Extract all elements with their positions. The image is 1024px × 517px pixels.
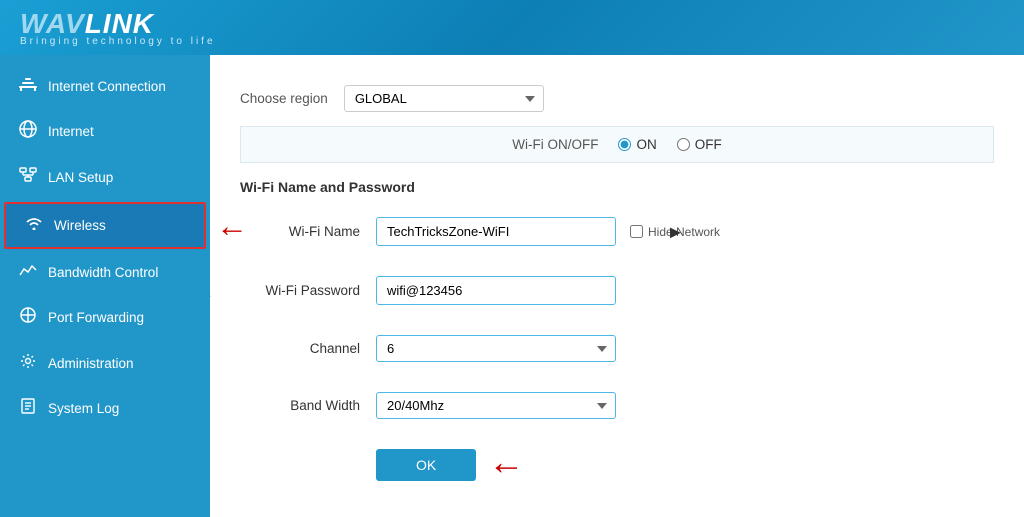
- channel-select[interactable]: 6 1 2 3 4 5 7 11: [376, 335, 616, 362]
- sidebar-item-system-log[interactable]: System Log: [0, 386, 210, 431]
- sidebar-label-internet-connection: Internet Connection: [48, 79, 166, 94]
- bandwidth-icon: [18, 263, 38, 282]
- hide-network-checkbox[interactable]: [630, 225, 643, 238]
- internet-connection-icon: [18, 77, 38, 96]
- sidebar-label-port-forwarding: Port Forwarding: [48, 310, 144, 325]
- logo: WAVLINK Bringing technology to life: [20, 8, 216, 47]
- wireless-icon: [24, 216, 44, 235]
- hide-network-text: Hide Network: [648, 225, 720, 239]
- header: WAVLINK Bringing technology to life: [0, 0, 1024, 55]
- port-forwarding-icon: [18, 306, 38, 329]
- cursor-icon: ▶: [670, 223, 681, 240]
- wifi-radio-group: ON OFF: [618, 137, 721, 152]
- main-layout: Internet Connection Internet LAN Setup W…: [0, 55, 1024, 517]
- wifi-name-row: Wi-Fi Name Hide Network ▶: [240, 209, 994, 254]
- sidebar-label-bandwidth-control: Bandwidth Control: [48, 265, 158, 280]
- sidebar-item-internet[interactable]: Internet: [0, 108, 210, 155]
- sidebar-label-system-log: System Log: [48, 401, 119, 416]
- administration-icon: [18, 353, 38, 374]
- region-row: Choose region GLOBAL US EU ASIA: [240, 75, 994, 122]
- lan-icon: [18, 167, 38, 188]
- wifi-toggle-row: Wi-Fi ON/OFF ON OFF: [240, 126, 994, 163]
- bandwidth-select[interactable]: 20/40Mhz 20Mhz 40Mhz: [376, 392, 616, 419]
- wifi-name-label: Wi-Fi Name: [240, 224, 360, 239]
- channel-label: Channel: [240, 341, 360, 356]
- ok-arrow-icon: ←: [488, 441, 524, 483]
- password-arrow-icon: →: [210, 269, 218, 312]
- sidebar-label-administration: Administration: [48, 356, 134, 371]
- region-select[interactable]: GLOBAL US EU ASIA: [344, 85, 544, 112]
- sidebar: Internet Connection Internet LAN Setup W…: [0, 55, 210, 517]
- wifi-password-input[interactable]: [376, 276, 616, 305]
- content-area: Choose region GLOBAL US EU ASIA Wi-Fi ON…: [210, 55, 1024, 517]
- section-title: Wi-Fi Name and Password: [240, 179, 994, 195]
- sidebar-item-port-forwarding[interactable]: Port Forwarding: [0, 294, 210, 341]
- channel-row: Channel 6 1 2 3 4 5 7 11: [240, 327, 994, 370]
- logo-wav: WAVLINK: [20, 8, 154, 39]
- ok-button[interactable]: OK: [376, 449, 476, 481]
- bandwidth-label: Band Width: [240, 398, 360, 413]
- sidebar-item-wireless[interactable]: Wireless ←: [4, 202, 206, 249]
- sidebar-label-lan-setup: LAN Setup: [48, 170, 113, 185]
- wifi-on-radio[interactable]: [618, 138, 631, 151]
- wifi-name-input[interactable]: [376, 217, 616, 246]
- logo-subtitle: Bringing technology to life: [20, 36, 216, 47]
- wifi-password-row: → Wi-Fi Password: [240, 268, 994, 313]
- wifi-toggle-label: Wi-Fi ON/OFF: [512, 137, 598, 152]
- sidebar-item-lan-setup[interactable]: LAN Setup: [0, 155, 210, 200]
- logo-link-part: LINK: [85, 8, 154, 39]
- internet-icon: [18, 120, 38, 143]
- sidebar-item-administration[interactable]: Administration: [0, 341, 210, 386]
- bandwidth-row: Band Width 20/40Mhz 20Mhz 40Mhz: [240, 384, 994, 427]
- wifi-off-option[interactable]: OFF: [677, 137, 722, 152]
- wifi-on-label: ON: [636, 137, 656, 152]
- wifi-off-label: OFF: [695, 137, 722, 152]
- sidebar-item-internet-connection[interactable]: Internet Connection: [0, 65, 210, 108]
- wifi-password-label: Wi-Fi Password: [240, 283, 360, 298]
- sidebar-item-bandwidth-control[interactable]: Bandwidth Control: [0, 251, 210, 294]
- region-label: Choose region: [240, 91, 328, 106]
- wifi-off-radio[interactable]: [677, 138, 690, 151]
- sidebar-label-wireless: Wireless: [54, 218, 106, 233]
- sidebar-label-internet: Internet: [48, 124, 94, 139]
- logo-wav-part: WAV: [20, 8, 85, 39]
- wifi-on-option[interactable]: ON: [618, 137, 656, 152]
- system-log-icon: [18, 398, 38, 419]
- ok-row: OK ←: [240, 441, 994, 483]
